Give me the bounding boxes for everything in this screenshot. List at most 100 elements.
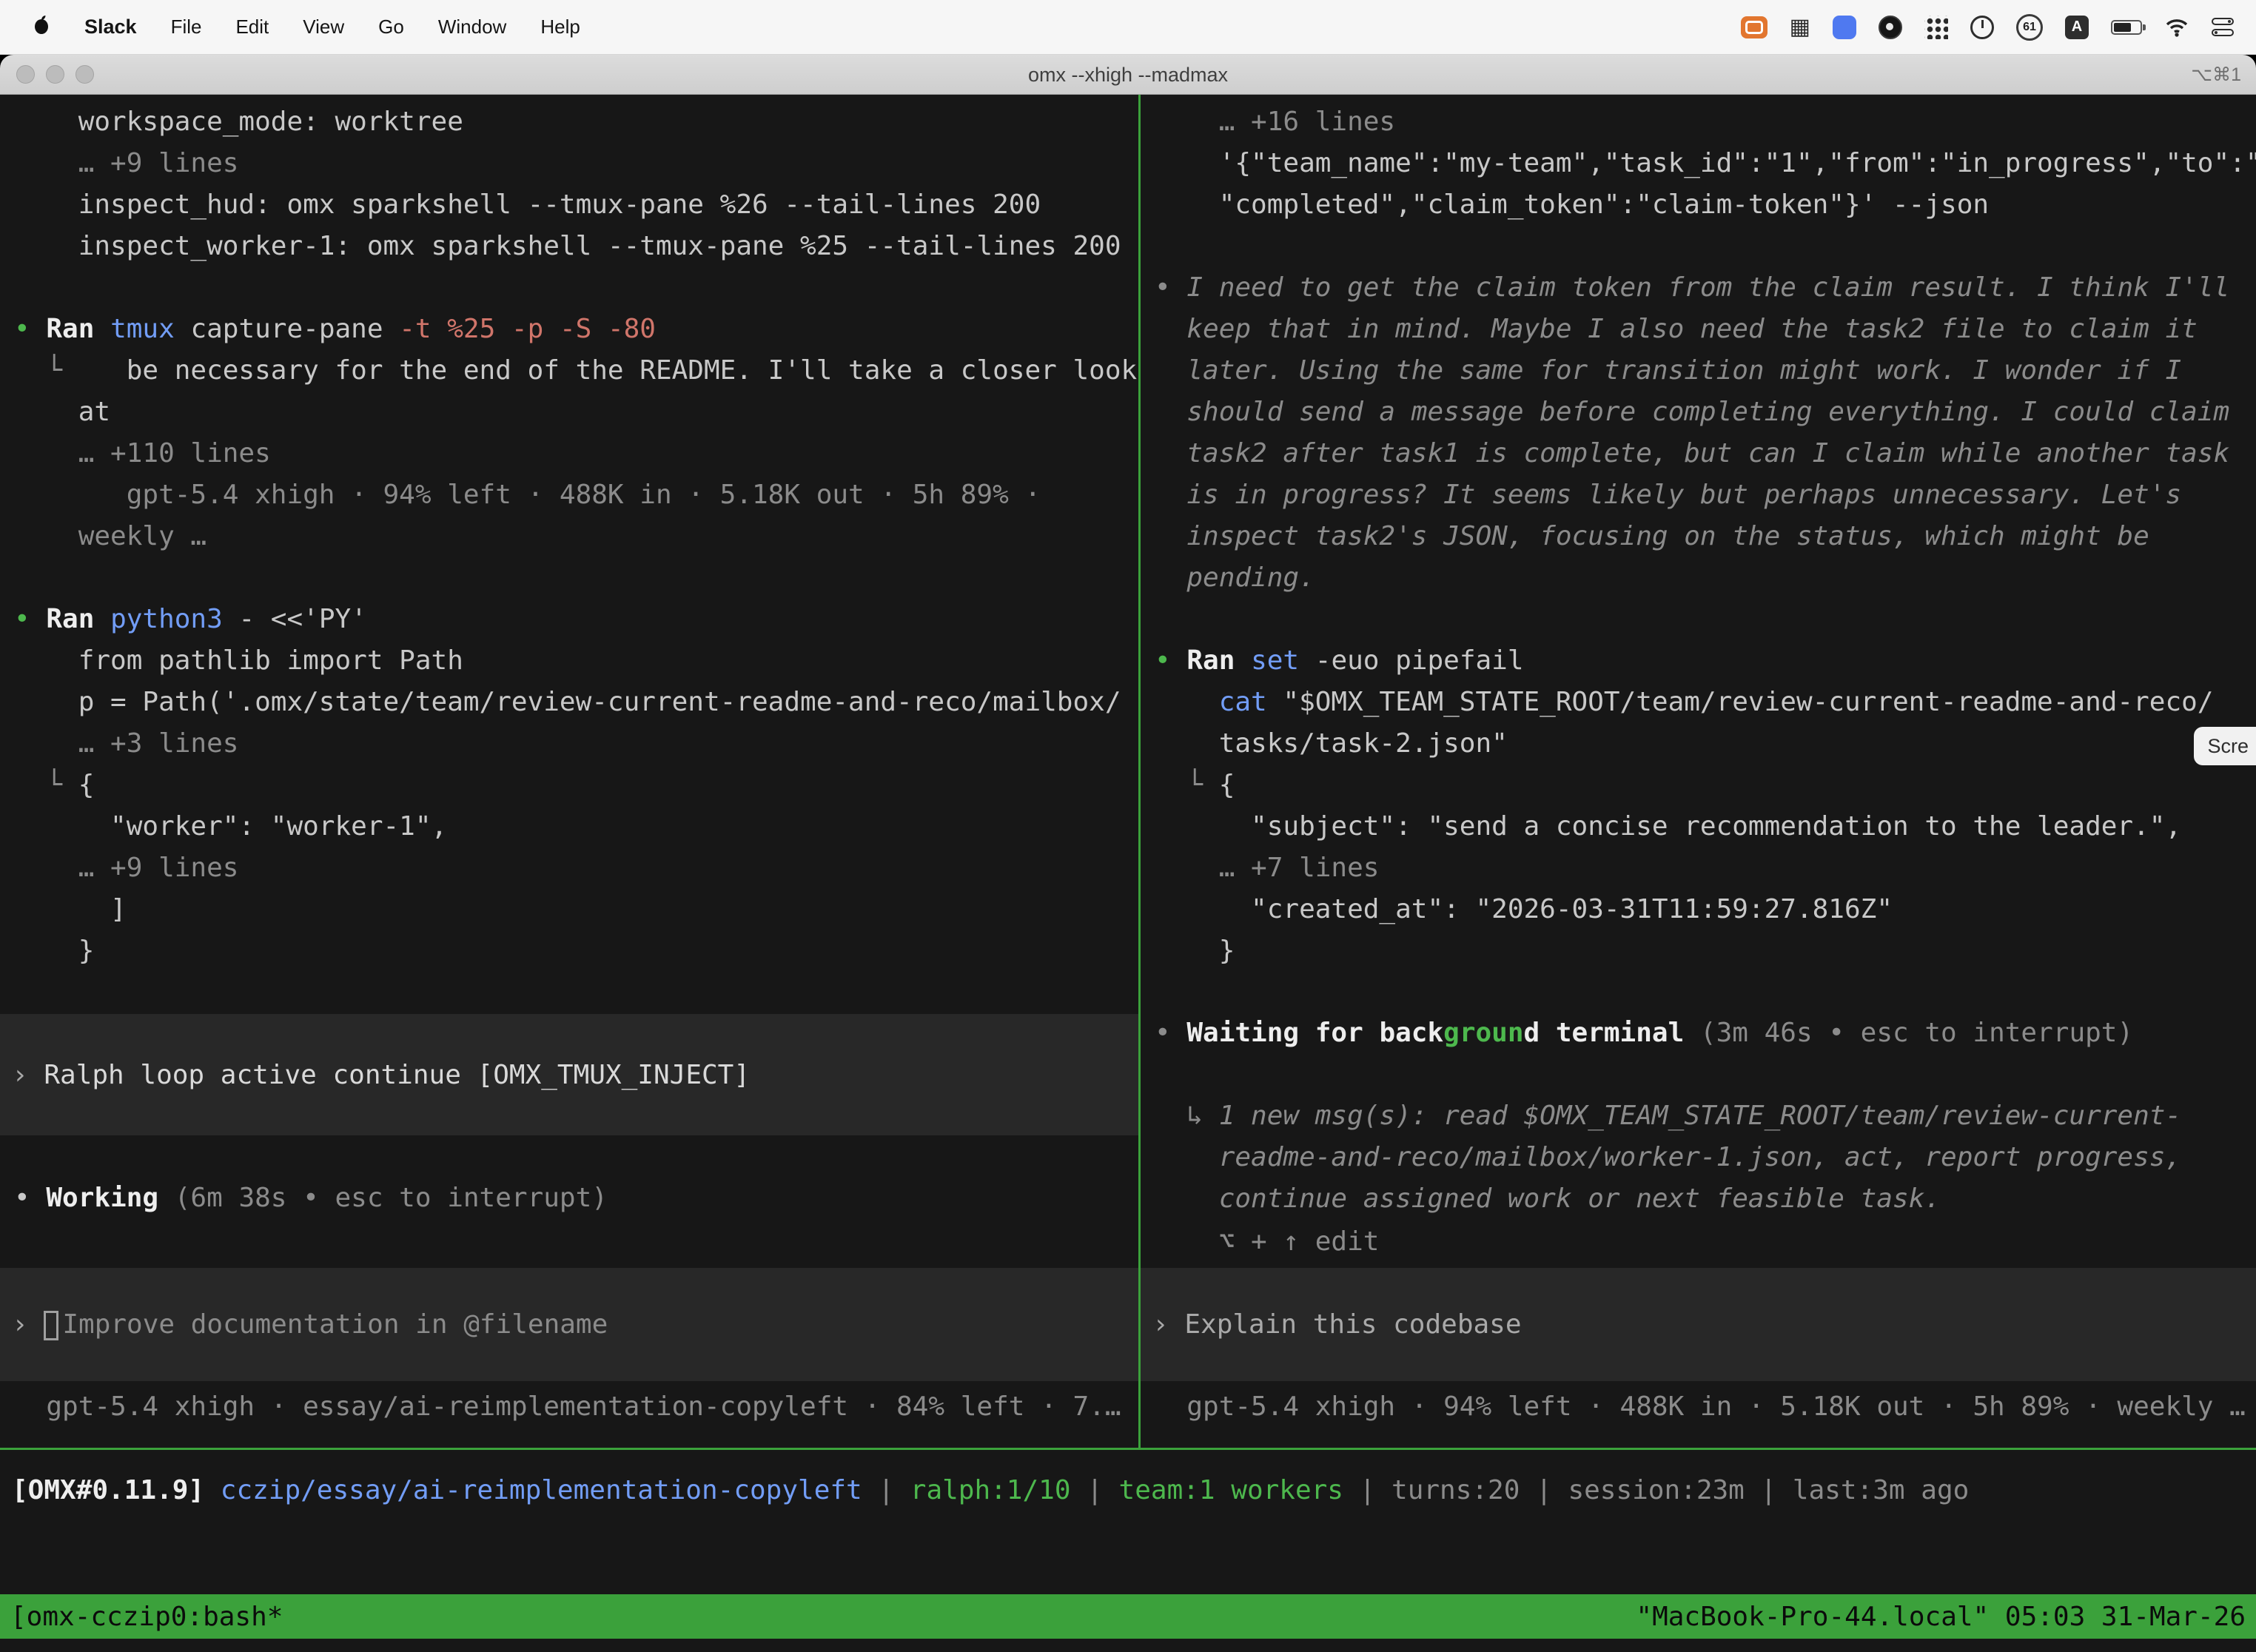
terminal-line xyxy=(14,267,1137,309)
terminal-line: • Ran tmux capture-pane -t %25 -p -S -80 xyxy=(14,309,1137,350)
suggestion-input[interactable]: › Explain this codebase xyxy=(1141,1268,2256,1381)
menu-bar-status-icons: ▦ 61 A xyxy=(1741,13,2256,42)
window-shortcut: ⌥⌘1 xyxy=(2191,55,2241,95)
raycast-icon[interactable] xyxy=(1833,13,1856,42)
dark-orb-icon[interactable] xyxy=(1879,13,1902,42)
terminal-line: cat "$OMX_TEAM_STATE_ROOT/team/review-cu… xyxy=(1155,682,2256,723)
terminal-line: └ be necessary for the end of the README… xyxy=(14,350,1137,392)
terminal-line: … +7 lines xyxy=(1155,847,2256,889)
terminal-line: … +9 lines xyxy=(14,847,1137,889)
right-pane-output: … +16 lines '{"team_name":"my-team","tas… xyxy=(1155,101,2256,972)
menu-item-go[interactable]: Go xyxy=(378,16,404,38)
terminal-line: p = Path('.omx/state/team/review-current… xyxy=(14,682,1137,723)
terminal-line: … +110 lines xyxy=(14,433,1137,474)
terminal-line: later. Using the same for transition mig… xyxy=(1155,350,2256,392)
pane-divider-horizontal xyxy=(0,1448,2256,1450)
raycast-glyph xyxy=(1833,16,1856,39)
grid-glyph: ▦ xyxy=(1790,16,1810,38)
terminal-line: gpt-5.4 xhigh · 94% left · 488K in · 5.1… xyxy=(14,474,1137,516)
screen-recording-icon[interactable] xyxy=(1741,13,1767,42)
menu-bar: Slack File Edit View Go Window Help ▦ 61… xyxy=(0,0,2256,55)
terminal-line: "subject": "send a concise recommendatio… xyxy=(1155,806,2256,847)
screen-recording-glyph xyxy=(1741,16,1767,38)
menu-item-file[interactable]: File xyxy=(171,16,202,38)
edit-hint: ⌥ + ↑ edit xyxy=(1155,1221,1379,1263)
terminal-line: at xyxy=(14,392,1137,433)
screen-overlay-button[interactable]: Scre xyxy=(2194,727,2256,765)
terminal-line: • Ran set -euo pipefail xyxy=(1155,640,2256,682)
apple-logo xyxy=(33,14,50,35)
percent-badge-label: 61 xyxy=(2016,14,2043,41)
screen-overlay-label: Scre xyxy=(2207,735,2249,758)
tmux-host-clock-label: "MacBook-Pro-44.local" 05:03 31-Mar-26 xyxy=(1636,1602,2246,1632)
control-center-glyph xyxy=(2212,16,2237,38)
input-source-icon[interactable]: A xyxy=(2065,13,2089,42)
left-pane-output: workspace_mode: worktree … +9 lines insp… xyxy=(14,101,1137,972)
window-title: omx --xhigh --madmax xyxy=(0,55,2256,95)
terminal-line: keep that in mind. Maybe I also need the… xyxy=(1155,309,2256,350)
terminal-line: '{"team_name":"my-team","task_id":"1","f… xyxy=(1155,143,2256,184)
terminal-line: tasks/task-2.json" xyxy=(1155,723,2256,765)
terminal-line: ] xyxy=(14,889,1137,930)
pane-divider-vertical[interactable] xyxy=(1138,95,1141,1448)
terminal-line: └ { xyxy=(14,765,1137,806)
app-menu-slack[interactable]: Slack xyxy=(84,16,137,38)
terminal-line: … +16 lines xyxy=(1155,101,2256,143)
terminal-line: is in progress? It seems likely but perh… xyxy=(1155,474,2256,516)
terminal-line: └ { xyxy=(1155,765,2256,806)
gauge-icon[interactable] xyxy=(1970,13,1994,42)
ralph-loop-banner: › Ralph loop active continue [OMX_TMUX_I… xyxy=(0,1014,1138,1135)
terminal-line: readme-and-reco/mailbox/worker-1.json, a… xyxy=(1155,1137,2181,1178)
inbox-message: ↳ 1 new msg(s): read $OMX_TEAM_STATE_ROO… xyxy=(1155,1095,2181,1220)
tmux-status-bar: [omx-cczip0:bash* "MacBook-Pro-44.local"… xyxy=(0,1594,2256,1639)
terminal-line xyxy=(14,557,1137,599)
control-center-icon[interactable] xyxy=(2212,13,2237,42)
menu-item-window[interactable]: Window xyxy=(438,16,506,38)
terminal-line: continue assigned work or next feasible … xyxy=(1155,1178,2181,1220)
tmux-session-label: [omx-cczip0:bash* xyxy=(10,1602,283,1632)
battery-glyph xyxy=(2111,20,2142,35)
terminal-line: workspace_mode: worktree xyxy=(14,101,1137,143)
terminal-line: weekly … xyxy=(14,516,1137,557)
terminal-line: inspect task2's JSON, focusing on the st… xyxy=(1155,516,2256,557)
composer-input[interactable]: › Improve documentation in @filename xyxy=(0,1268,1138,1381)
ralph-loop-banner-text: › Ralph loop active continue [OMX_TMUX_I… xyxy=(12,1060,750,1090)
suggestion-text: › Explain this codebase xyxy=(1152,1309,1522,1340)
wifi-icon[interactable] xyxy=(2164,13,2189,42)
waiting-indicator: • Waiting for background terminal (3m 46… xyxy=(1155,1013,2133,1054)
terminal-line: • I need to get the claim token from the… xyxy=(1155,267,2256,309)
grid-app-icon[interactable]: ▦ xyxy=(1790,13,1810,42)
window-title-bar: omx --xhigh --madmax ⌥⌘1 xyxy=(0,55,2256,95)
left-pane-status: gpt-5.4 xhigh · essay/ai-reimplementatio… xyxy=(14,1386,1137,1428)
terminal-line: should send a message before completing … xyxy=(1155,392,2256,433)
terminal-line xyxy=(1155,599,2256,640)
omx-status-line: [OMX#0.11.9] cczip/essay/ai-reimplementa… xyxy=(12,1470,1969,1511)
terminal-line: "worker": "worker-1", xyxy=(14,806,1137,847)
terminal-line: inspect_worker-1: omx sparkshell --tmux-… xyxy=(14,226,1137,267)
orb-glyph xyxy=(1879,16,1902,39)
menu-bar-left: Slack File Edit View Go Window Help xyxy=(0,14,580,40)
menu-item-view[interactable]: View xyxy=(303,16,344,38)
terminal-line: task2 after task1 is complete, but can I… xyxy=(1155,433,2256,474)
apple-menu[interactable] xyxy=(33,14,50,40)
wifi-glyph xyxy=(2164,17,2189,38)
terminal-line: … +9 lines xyxy=(14,143,1137,184)
percent-badge-icon[interactable]: 61 xyxy=(2016,13,2043,42)
terminal: workspace_mode: worktree … +9 lines insp… xyxy=(0,95,2256,1652)
terminal-line: "completed","claim_token":"claim-token"}… xyxy=(1155,184,2256,226)
composer-placeholder: › Improve documentation in @filename xyxy=(12,1309,608,1340)
terminal-line: pending. xyxy=(1155,557,2256,599)
terminal-line: ↳ 1 new msg(s): read $OMX_TEAM_STATE_ROO… xyxy=(1155,1095,2181,1137)
dots-grid-icon[interactable] xyxy=(1924,13,1948,42)
terminal-line: } xyxy=(14,930,1137,972)
menu-item-help[interactable]: Help xyxy=(540,16,580,38)
terminal-line: "created_at": "2026-03-31T11:59:27.816Z" xyxy=(1155,889,2256,930)
menu-item-edit[interactable]: Edit xyxy=(235,16,269,38)
right-pane-status: gpt-5.4 xhigh · 94% left · 488K in · 5.1… xyxy=(1155,1386,2256,1428)
terminal-line: from pathlib import Path xyxy=(14,640,1137,682)
battery-icon[interactable] xyxy=(2111,13,2142,42)
working-indicator: • Working (6m 38s • esc to interrupt) xyxy=(14,1178,608,1219)
gauge-glyph xyxy=(1970,16,1994,39)
dots-glyph xyxy=(1924,16,1948,39)
terminal-line: • Ran python3 - <<'PY' xyxy=(14,599,1137,640)
